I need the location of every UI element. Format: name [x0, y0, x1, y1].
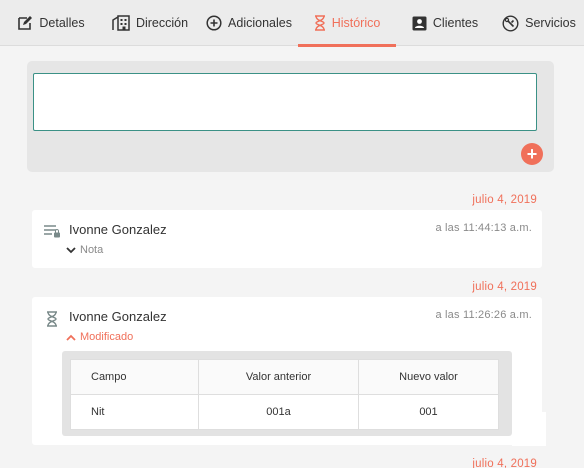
tab-bar: Detalles Dirección Adicionales Histórico…	[0, 0, 584, 47]
column-header: Valor anterior	[198, 359, 359, 395]
entry-user-name: Ivonne Gonzalez	[69, 222, 167, 237]
toggle-label: Nota	[80, 244, 104, 256]
toggle-label: Modificado	[80, 331, 134, 343]
tab-label: Servicios	[525, 16, 576, 30]
column-header: Campo	[70, 359, 199, 395]
timeline-date: julio 4, 2019	[472, 458, 537, 468]
building-icon	[112, 15, 130, 31]
entry-toggle-nota[interactable]: Nota	[66, 244, 103, 256]
hourglass-icon	[314, 15, 326, 31]
timeline-date: julio 4, 2019	[472, 281, 537, 293]
tab-adicionales[interactable]: Adicionales	[200, 0, 298, 46]
entry-toggle-modificado[interactable]: Modificado	[66, 331, 133, 343]
tab-detalles[interactable]: Detalles	[8, 0, 94, 46]
contact-card-icon	[412, 16, 427, 31]
tab-clientes[interactable]: Clientes	[404, 0, 486, 46]
chevron-down-icon	[66, 246, 76, 254]
table-cell: 001a	[198, 394, 359, 430]
edit-icon	[17, 15, 33, 31]
entry-timestamp: a las 11:26:26 a.m.	[435, 309, 532, 321]
add-note-button[interactable]: +	[521, 143, 543, 165]
tab-label: Detalles	[39, 16, 85, 30]
note-input[interactable]	[33, 73, 537, 131]
note-lines-icon	[43, 224, 61, 243]
tools-icon	[502, 14, 519, 32]
table-header-row: Campo Valor anterior Nuevo valor	[70, 359, 499, 395]
tab-label: Dirección	[135, 16, 189, 30]
hourglass-icon	[46, 311, 58, 332]
note-composer: +	[27, 61, 554, 172]
overlay-block	[512, 412, 546, 446]
table-cell: 001	[358, 394, 499, 430]
changes-panel: Campo Valor anterior Nuevo valor Nit 001…	[62, 351, 512, 436]
chevron-up-icon	[66, 334, 76, 341]
tab-servicios[interactable]: Servicios	[494, 0, 584, 46]
entry-user-name: Ivonne Gonzalez	[69, 309, 167, 324]
tab-historico[interactable]: Histórico	[298, 0, 396, 47]
changes-table: Campo Valor anterior Nuevo valor Nit 001…	[70, 359, 499, 430]
entry-timestamp: a las 11:44:13 a.m.	[435, 222, 532, 234]
timeline-date: julio 4, 2019	[472, 194, 537, 206]
column-header: Nuevo valor	[358, 359, 499, 395]
table-cell: Nit	[70, 394, 199, 430]
tab-label: Adicionales	[228, 16, 292, 30]
plus-circle-icon	[206, 15, 222, 31]
table-row: Nit 001a 001	[70, 394, 499, 430]
tab-label: Clientes	[432, 16, 479, 30]
tab-label: Histórico	[331, 16, 381, 30]
timeline-entry: Ivonne Gonzalez a las 11:44:13 a.m. Nota	[32, 210, 542, 268]
timeline-entry: Ivonne Gonzalez a las 11:26:26 a.m. Modi…	[32, 297, 542, 445]
tab-direccion[interactable]: Dirección	[104, 0, 196, 46]
